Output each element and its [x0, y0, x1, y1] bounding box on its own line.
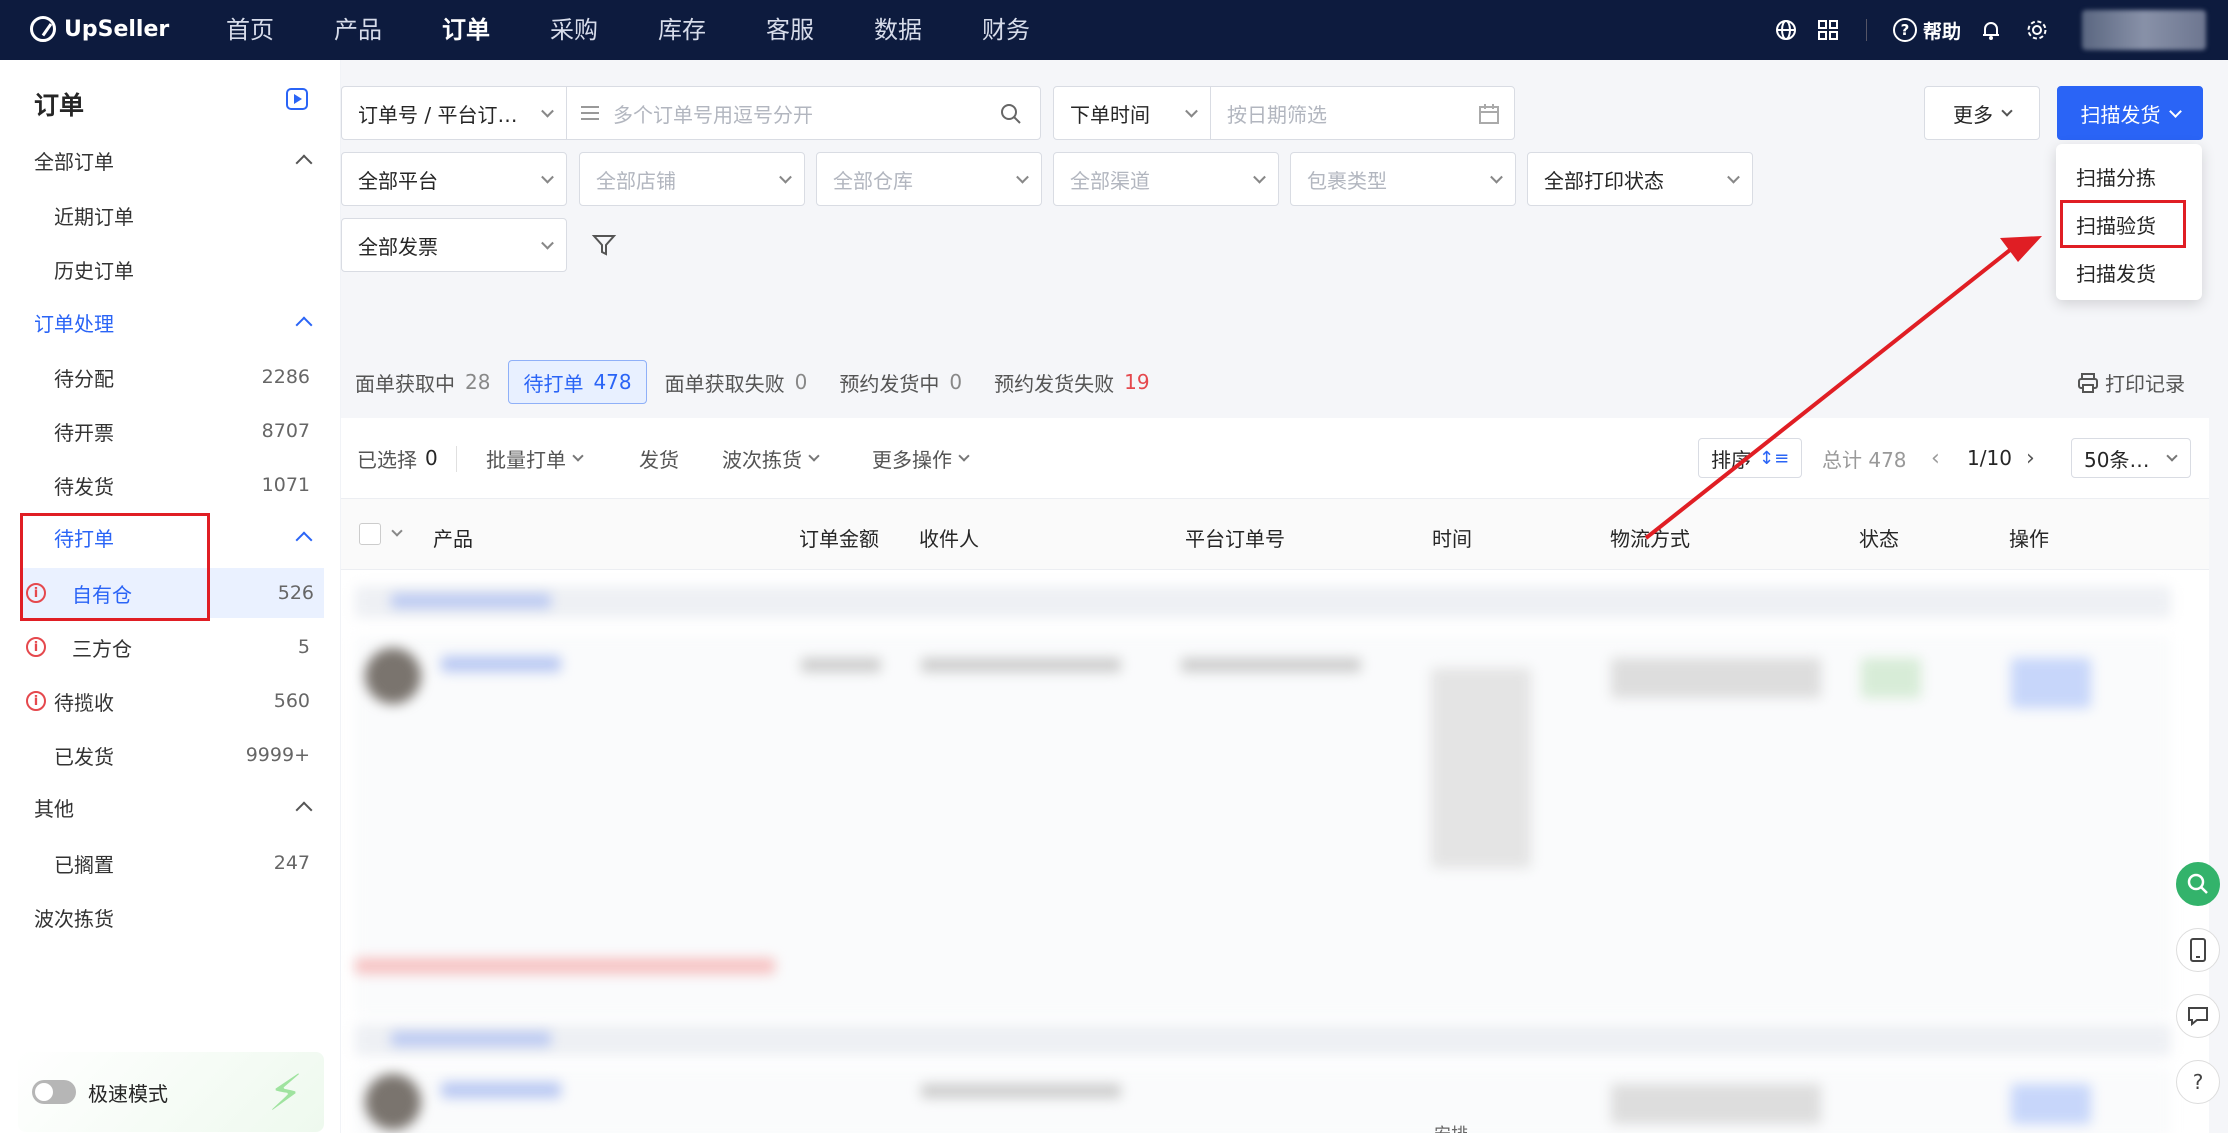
help-float-icon[interactable]: ?: [2176, 1060, 2220, 1104]
annotation-arrow: [1644, 236, 2042, 540]
mobile-icon[interactable]: [2176, 928, 2220, 972]
chat-icon[interactable]: [2176, 994, 2220, 1038]
float-search-icon[interactable]: [2176, 862, 2220, 906]
